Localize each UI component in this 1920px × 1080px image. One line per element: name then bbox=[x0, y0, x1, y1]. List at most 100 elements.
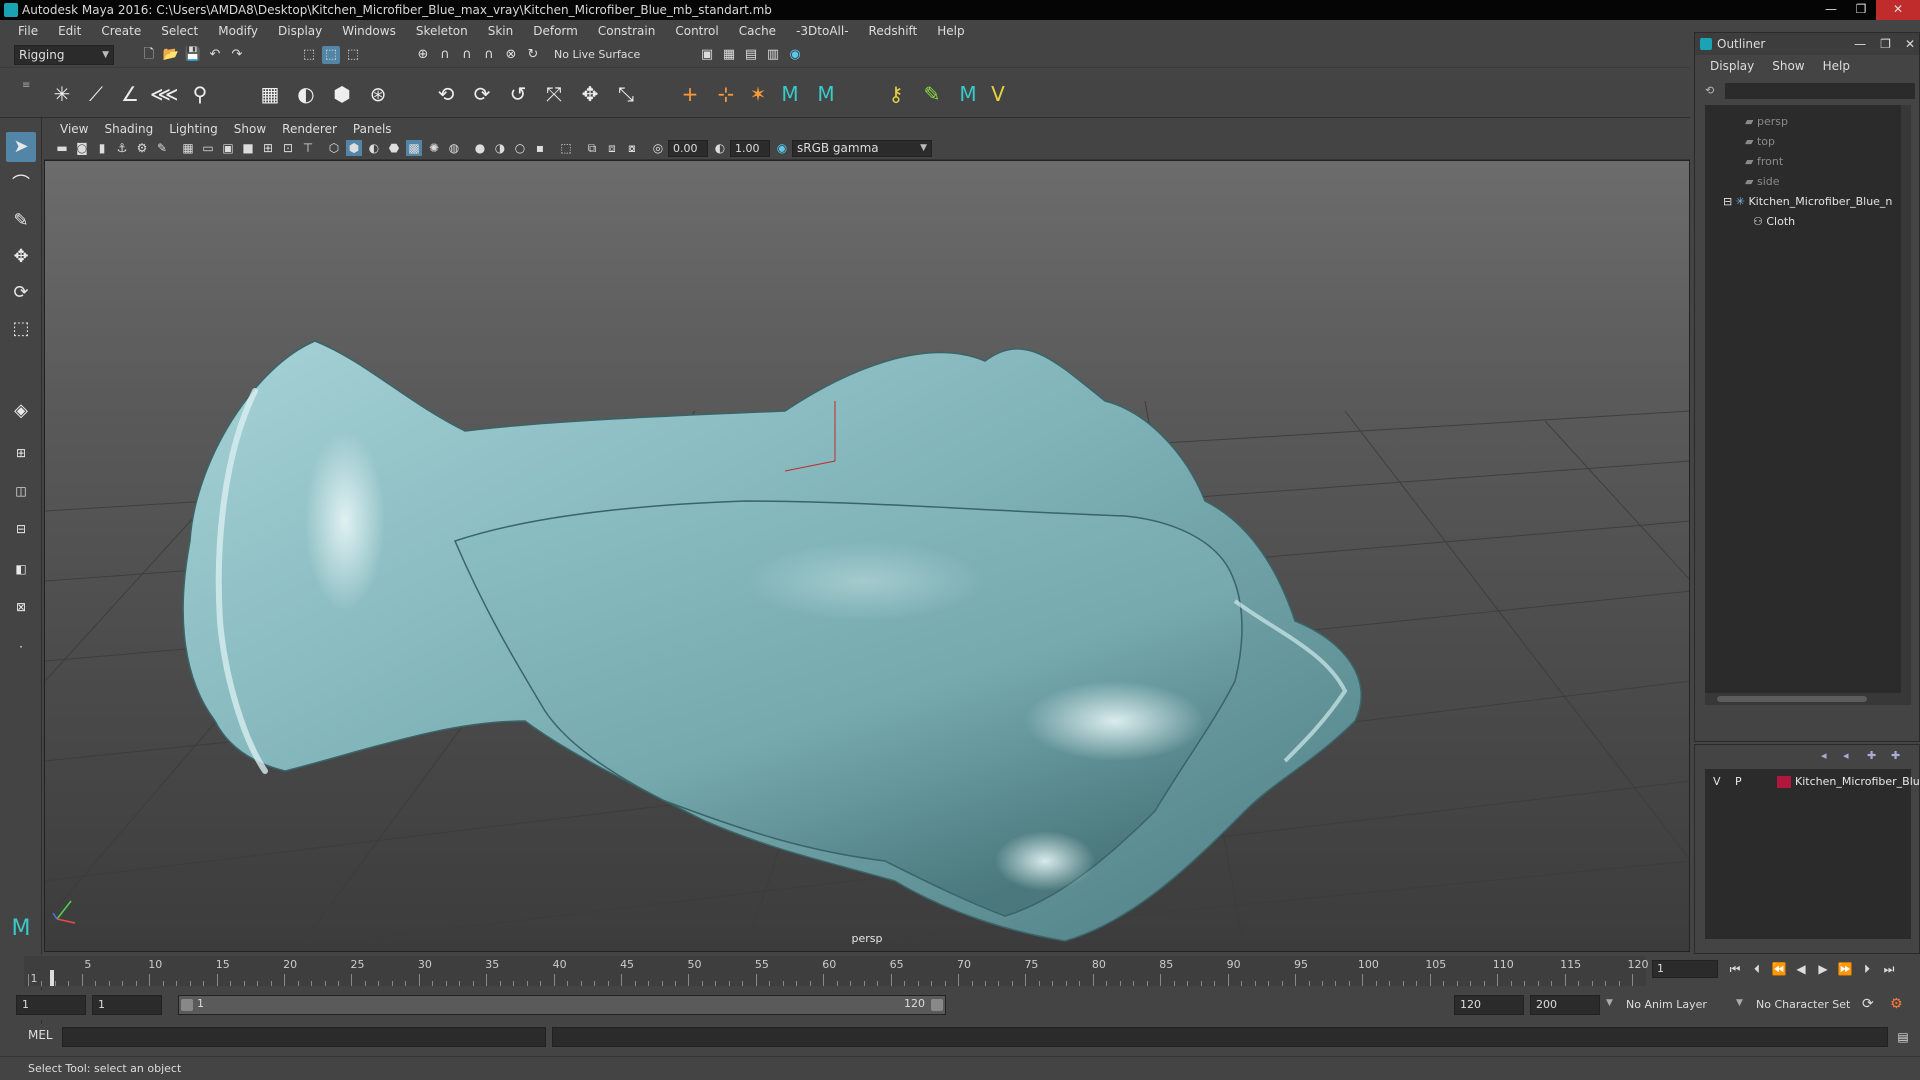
gamma-icon[interactable]: ◐ bbox=[712, 140, 728, 156]
ik-handle-icon[interactable]: ⟋ bbox=[82, 80, 110, 108]
panel-menu-shading[interactable]: Shading bbox=[96, 122, 161, 136]
render-settings-icon[interactable]: ▣ bbox=[698, 46, 716, 64]
time-ruler[interactable]: 1 5 10 15 20 25 30 35 40 45 50 55 60 65 70 75 80 85 90 95 10… bbox=[24, 956, 1649, 986]
motion-blur-icon[interactable]: ◑ bbox=[492, 140, 508, 156]
outliner-vertical-scrollbar[interactable] bbox=[1901, 105, 1911, 705]
start-time-field[interactable]: 1 bbox=[16, 995, 86, 1015]
undo-icon[interactable]: ↶ bbox=[206, 46, 224, 64]
hypershade-icon[interactable]: ◉ bbox=[786, 46, 804, 64]
color-management-icon[interactable]: ◉ bbox=[774, 140, 790, 156]
bookmark-icon[interactable]: ▮ bbox=[94, 140, 110, 156]
menu-file[interactable]: File bbox=[8, 24, 48, 38]
render-frame-icon[interactable]: ▦ bbox=[720, 46, 738, 64]
single-view-icon[interactable]: ◈ bbox=[6, 396, 36, 426]
time-slider[interactable]: 1 5 10 15 20 25 30 35 40 45 50 55 60 65 70 75 80 85 90 95 10… bbox=[0, 954, 1920, 988]
character-set-dropdown[interactable]: No Character Set bbox=[1756, 998, 1850, 1011]
persp-viewport[interactable]: persp bbox=[44, 160, 1690, 952]
gate-mask-icon[interactable]: ■ bbox=[240, 140, 256, 156]
brush-icon[interactable]: ✎ bbox=[918, 80, 946, 108]
outliner-search-input[interactable] bbox=[1725, 83, 1915, 99]
layer-move-down-icon[interactable]: ◂ bbox=[1843, 749, 1849, 762]
menu-select[interactable]: Select bbox=[151, 24, 208, 38]
menu-3dtoall[interactable]: -3DtoAll- bbox=[786, 24, 858, 38]
step-back-frame-icon[interactable]: ⏴ bbox=[1748, 960, 1766, 978]
wireframe-on-shaded-icon[interactable]: ⬣ bbox=[386, 140, 402, 156]
point-constraint-icon[interactable]: ⊹ bbox=[712, 80, 740, 108]
four-view-icon[interactable]: ⊞ bbox=[6, 442, 36, 464]
chevron-down-icon[interactable]: ▼ bbox=[1736, 998, 1743, 1008]
outliner-item-cloth[interactable]: ⚇ Cloth bbox=[1753, 213, 1795, 231]
outliner-item-top[interactable]: ▰ top bbox=[1745, 133, 1775, 151]
maya-m2-icon[interactable]: M bbox=[812, 80, 840, 108]
use-all-lights-icon[interactable]: ✺ bbox=[426, 140, 442, 156]
bind-skin-icon[interactable]: ⟲ bbox=[432, 80, 460, 108]
snap-live-icon[interactable]: ↻ bbox=[524, 46, 542, 64]
menu-redshift[interactable]: Redshift bbox=[859, 24, 928, 38]
mirror-weights-icon[interactable]: ⤧ bbox=[540, 80, 568, 108]
ik-spline-icon[interactable]: ∠ bbox=[116, 80, 144, 108]
range-start-handle[interactable] bbox=[181, 999, 193, 1011]
layer-visibility-toggle[interactable]: V bbox=[1713, 773, 1721, 791]
layer-move-up-icon[interactable]: ◂ bbox=[1821, 749, 1827, 762]
anim-start-field[interactable]: 1 bbox=[92, 995, 162, 1015]
rotate-tool-icon[interactable]: ⟳ bbox=[6, 278, 36, 308]
outliner-maximize-button[interactable]: ❐ bbox=[1880, 33, 1891, 55]
copy-weights-icon[interactable]: ✥ bbox=[576, 80, 604, 108]
menu-skeleton[interactable]: Skeleton bbox=[406, 24, 478, 38]
menu-skin[interactable]: Skin bbox=[478, 24, 524, 38]
layout-more-icon[interactable]: · bbox=[6, 636, 36, 658]
anti-aliasing-icon[interactable]: ○ bbox=[512, 140, 528, 156]
xray-joints-icon[interactable]: ⧈ bbox=[604, 140, 620, 156]
view-transform-dropdown[interactable]: sRGB gamma ▼ bbox=[792, 140, 932, 157]
new-scene-icon[interactable]: 🗋 bbox=[140, 46, 158, 64]
layer-playback-toggle[interactable]: P bbox=[1735, 773, 1742, 791]
select-tool-icon[interactable]: ➤ bbox=[6, 132, 36, 162]
menu-edit[interactable]: Edit bbox=[48, 24, 91, 38]
menu-constrain[interactable]: Constrain bbox=[588, 24, 666, 38]
resolution-gate-icon[interactable]: ▣ bbox=[220, 140, 236, 156]
maya-m-icon[interactable]: M bbox=[776, 80, 804, 108]
outliner-close-button[interactable]: ✕ bbox=[1905, 33, 1915, 55]
render-view-icon[interactable]: ▥ bbox=[764, 46, 782, 64]
lattice-icon[interactable]: ▦ bbox=[256, 80, 284, 108]
paint-weights-icon[interactable]: ↺ bbox=[504, 80, 532, 108]
step-forward-frame-icon[interactable]: ⏵ bbox=[1858, 960, 1876, 978]
film-gate-icon[interactable]: ▭ bbox=[200, 140, 216, 156]
shadows-icon[interactable]: ◍ bbox=[446, 140, 462, 156]
current-frame-field[interactable]: 1 bbox=[1652, 960, 1718, 978]
panel-menu-lighting[interactable]: Lighting bbox=[161, 122, 226, 136]
lasso-tool-icon[interactable]: ⌒ bbox=[6, 170, 36, 200]
v-icon[interactable]: V bbox=[984, 80, 1012, 108]
safe-title-icon[interactable]: ⊤ bbox=[300, 140, 316, 156]
set-key-icon[interactable]: ⚷ bbox=[882, 80, 910, 108]
scale-tool-icon[interactable]: ⬚ bbox=[6, 314, 36, 344]
grid-icon[interactable]: ▦ bbox=[180, 140, 196, 156]
menu-windows[interactable]: Windows bbox=[332, 24, 406, 38]
shelf-tabs-icon[interactable]: ≡ bbox=[22, 80, 30, 91]
preferences-icon[interactable]: ⚙ bbox=[1890, 996, 1903, 1012]
select-object-icon[interactable]: ⬚ bbox=[322, 46, 340, 64]
default-material-icon[interactable]: ◐ bbox=[366, 140, 382, 156]
play-backwards-icon[interactable]: ◀ bbox=[1792, 960, 1810, 978]
outliner-item-kitchen-group[interactable]: ⊟ ✳ Kitchen_Microfiber_Blue_n bbox=[1723, 193, 1892, 211]
live-surface-label[interactable]: No Live Surface bbox=[554, 48, 640, 61]
graph-view-icon[interactable]: ◧ bbox=[6, 558, 36, 580]
gamma-field[interactable]: 1.00 bbox=[730, 140, 770, 157]
menu-create[interactable]: Create bbox=[91, 24, 151, 38]
camera-icon[interactable]: ▬ bbox=[54, 140, 70, 156]
textured-icon[interactable]: ▩ bbox=[406, 140, 422, 156]
xray-components-icon[interactable]: ⧇ bbox=[624, 140, 640, 156]
script-editor-icon[interactable]: ▤ bbox=[1894, 1028, 1912, 1046]
safe-action-icon[interactable]: ⊡ bbox=[280, 140, 296, 156]
menu-deform[interactable]: Deform bbox=[523, 24, 588, 38]
layer-row[interactable]: V P Kitchen_Microfiber_Blu bbox=[1705, 773, 1920, 791]
script-language-toggle[interactable]: MEL bbox=[28, 1028, 53, 1042]
menu-control[interactable]: Control bbox=[665, 24, 728, 38]
new-layer-selected-icon[interactable]: ✚ bbox=[1891, 749, 1900, 762]
ipr-render-icon[interactable]: ▤ bbox=[742, 46, 760, 64]
interactive-bind-icon[interactable]: ⟳ bbox=[468, 80, 496, 108]
outliner-item-persp[interactable]: ▰ persp bbox=[1745, 113, 1788, 131]
menu-help[interactable]: Help bbox=[927, 24, 974, 38]
paint-select-icon[interactable]: ✎ bbox=[6, 206, 36, 236]
smooth-shade-icon[interactable]: ⬢ bbox=[346, 140, 362, 156]
